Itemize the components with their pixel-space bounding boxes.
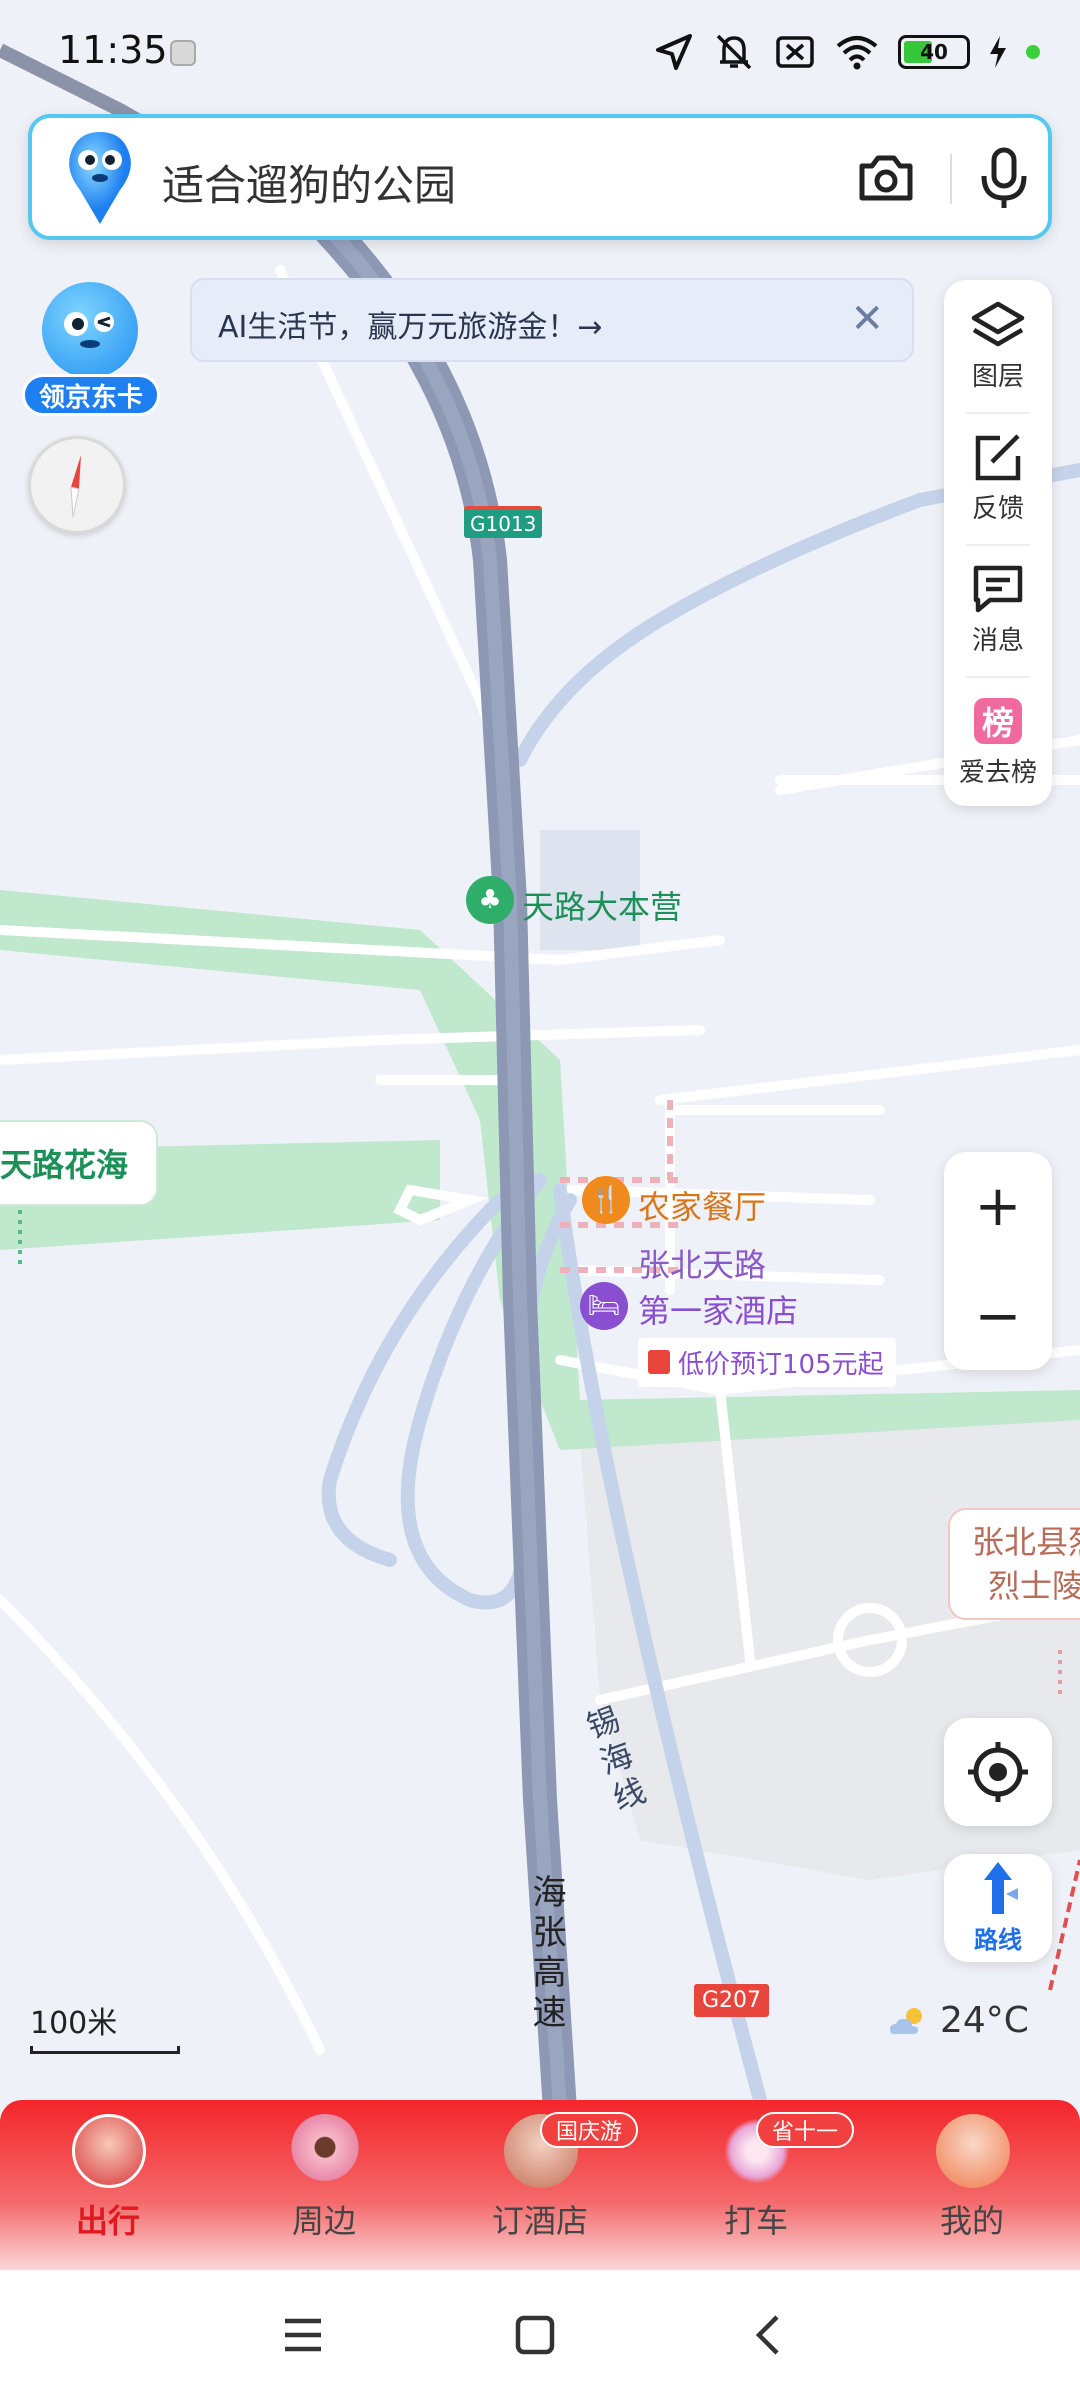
tab-mine-label: 我的 (939, 2202, 1004, 2240)
weather-widget[interactable]: 24°C (888, 2000, 1029, 2041)
road-label-zhangbei-tianlu: 张北天路 (638, 1246, 767, 1284)
layers-icon (971, 301, 1025, 347)
profile-avatar-icon (936, 2114, 1010, 2188)
tab-taxi[interactable]: 省十一 打车 (648, 2100, 864, 2270)
nearby-flower-icon (288, 2114, 362, 2188)
message-icon (973, 565, 1023, 613)
road-shield-g1013: G1013 (464, 506, 543, 538)
status-bar: 11:35 40 (0, 0, 1080, 104)
partly-cloudy-icon (890, 2007, 922, 2034)
mute-icon (716, 34, 752, 70)
status-icons: 40 (654, 30, 1040, 74)
travel-avatar-icon (72, 2114, 146, 2188)
ranking-icon: 榜 (974, 698, 1022, 744)
park-pin-icon[interactable]: ♣ (466, 876, 514, 924)
promo-banner-text: AI生活节，赢万元旅游金！→ (218, 310, 603, 345)
notification-dot (1026, 45, 1040, 59)
map-tools-panel: 图层 反馈 消息 榜 爱去榜 (944, 280, 1052, 806)
poi-label-cemetery[interactable]: 张北县烈 烈士陵 (948, 1508, 1080, 1620)
tab-hotel-badge: 国庆游 (540, 2112, 639, 2148)
status-time: 11:35 (58, 28, 168, 72)
zoom-control: + − (944, 1152, 1052, 1370)
compass-icon (70, 455, 81, 518)
back-icon[interactable] (734, 2300, 804, 2370)
jd-mascot-icon (42, 282, 138, 378)
ranking-button[interactable]: 榜 爱去榜 (944, 676, 1052, 808)
poi-label-flower-sea[interactable]: 天路花海 (0, 1120, 159, 1206)
route-arrow-icon (984, 1862, 1018, 1914)
weather-temp: 24°C (940, 2000, 1029, 2041)
jd-card-widget[interactable]: 领京东卡 (22, 278, 162, 428)
road-label-haizhang: 海张高速 (526, 1874, 566, 2034)
cemetery-line1: 张北县烈 (972, 1523, 1080, 1561)
poi-label-hotel[interactable]: 第一家酒店 (638, 1286, 798, 1332)
layers-button[interactable]: 图层 (944, 280, 1052, 412)
tab-mine[interactable]: 我的 (864, 2100, 1080, 2270)
camera-icon[interactable] (854, 146, 918, 210)
system-nav-bar (0, 2270, 1080, 2400)
wifi-icon (836, 36, 878, 70)
feedback-button[interactable]: 反馈 (944, 412, 1052, 544)
battery-level: 40 (920, 40, 948, 64)
route-label: 路线 (974, 1926, 1022, 1954)
tab-travel[interactable]: 出行 (0, 2100, 216, 2270)
scale-bar (30, 2046, 180, 2054)
hotel-promo-text: 低价预订105元起 (678, 1350, 884, 1380)
promo-banner[interactable]: AI生活节，赢万元旅游金！→ ✕ (190, 278, 914, 362)
locate-button[interactable] (944, 1718, 1052, 1826)
hotel-promo-badge[interactable]: 低价预订105元起 (638, 1338, 896, 1387)
message-button[interactable]: 消息 (944, 544, 1052, 676)
zoom-out-button[interactable]: − (944, 1262, 1052, 1370)
no-sim-icon (776, 36, 814, 68)
scale-text: 100米 (30, 2006, 118, 2041)
coupon-icon (648, 1350, 670, 1374)
ranking-label: 爱去榜 (958, 758, 1037, 788)
svg-text:榜: 榜 (982, 704, 1014, 742)
restaurant-pin-icon[interactable]: 🍴 (582, 1176, 630, 1224)
tab-hotel[interactable]: 国庆游 订酒店 (432, 2100, 648, 2270)
microphone-icon[interactable] (972, 144, 1036, 212)
tab-taxi-label: 打车 (723, 2202, 788, 2240)
message-label: 消息 (971, 626, 1024, 656)
road-shield-g207: G207 (694, 1984, 770, 2017)
search-divider (950, 154, 952, 204)
charging-icon (990, 36, 1006, 68)
zoom-in-button[interactable]: + (944, 1152, 1052, 1260)
feedback-label: 反馈 (971, 494, 1024, 524)
compass-button[interactable] (28, 436, 126, 534)
search-bar[interactable]: 适合遛狗的公园 (28, 114, 1052, 240)
bottom-tab-bar: 出行 周边 国庆游 订酒店 省十一 打车 我的 (0, 2100, 1080, 2270)
tab-hotel-label: 订酒店 (491, 2202, 588, 2240)
close-icon[interactable]: ✕ (850, 296, 884, 342)
battery-icon: 40 (898, 35, 970, 69)
search-input[interactable]: 适合遛狗的公园 (162, 152, 456, 213)
feedback-icon (975, 434, 1021, 481)
home-icon[interactable] (500, 2300, 570, 2370)
tab-taxi-badge: 省十一 (756, 2112, 855, 2148)
location-icon (656, 34, 692, 70)
layers-label: 图层 (971, 362, 1024, 392)
menu-icon[interactable] (268, 2300, 338, 2370)
tab-nearby-label: 周边 (291, 2202, 356, 2240)
hotel-pin-icon[interactable]: 🛏 (580, 1282, 628, 1330)
jd-card-label: 领京东卡 (22, 374, 160, 416)
poi-label-camp[interactable]: 天路大本营 (522, 882, 682, 928)
tab-nearby[interactable]: 周边 (216, 2100, 432, 2270)
map-scale: 100米 (30, 1998, 180, 2054)
poi-label-restaurant[interactable]: 农家餐厅 (638, 1182, 766, 1228)
mascot-logo-icon (69, 132, 131, 224)
route-button[interactable]: 路线 (944, 1854, 1052, 1962)
cemetery-line2: 烈士陵 (988, 1567, 1080, 1605)
locate-icon (968, 1742, 1028, 1802)
tab-travel-label: 出行 (75, 2202, 140, 2240)
sim-icon (170, 40, 196, 66)
